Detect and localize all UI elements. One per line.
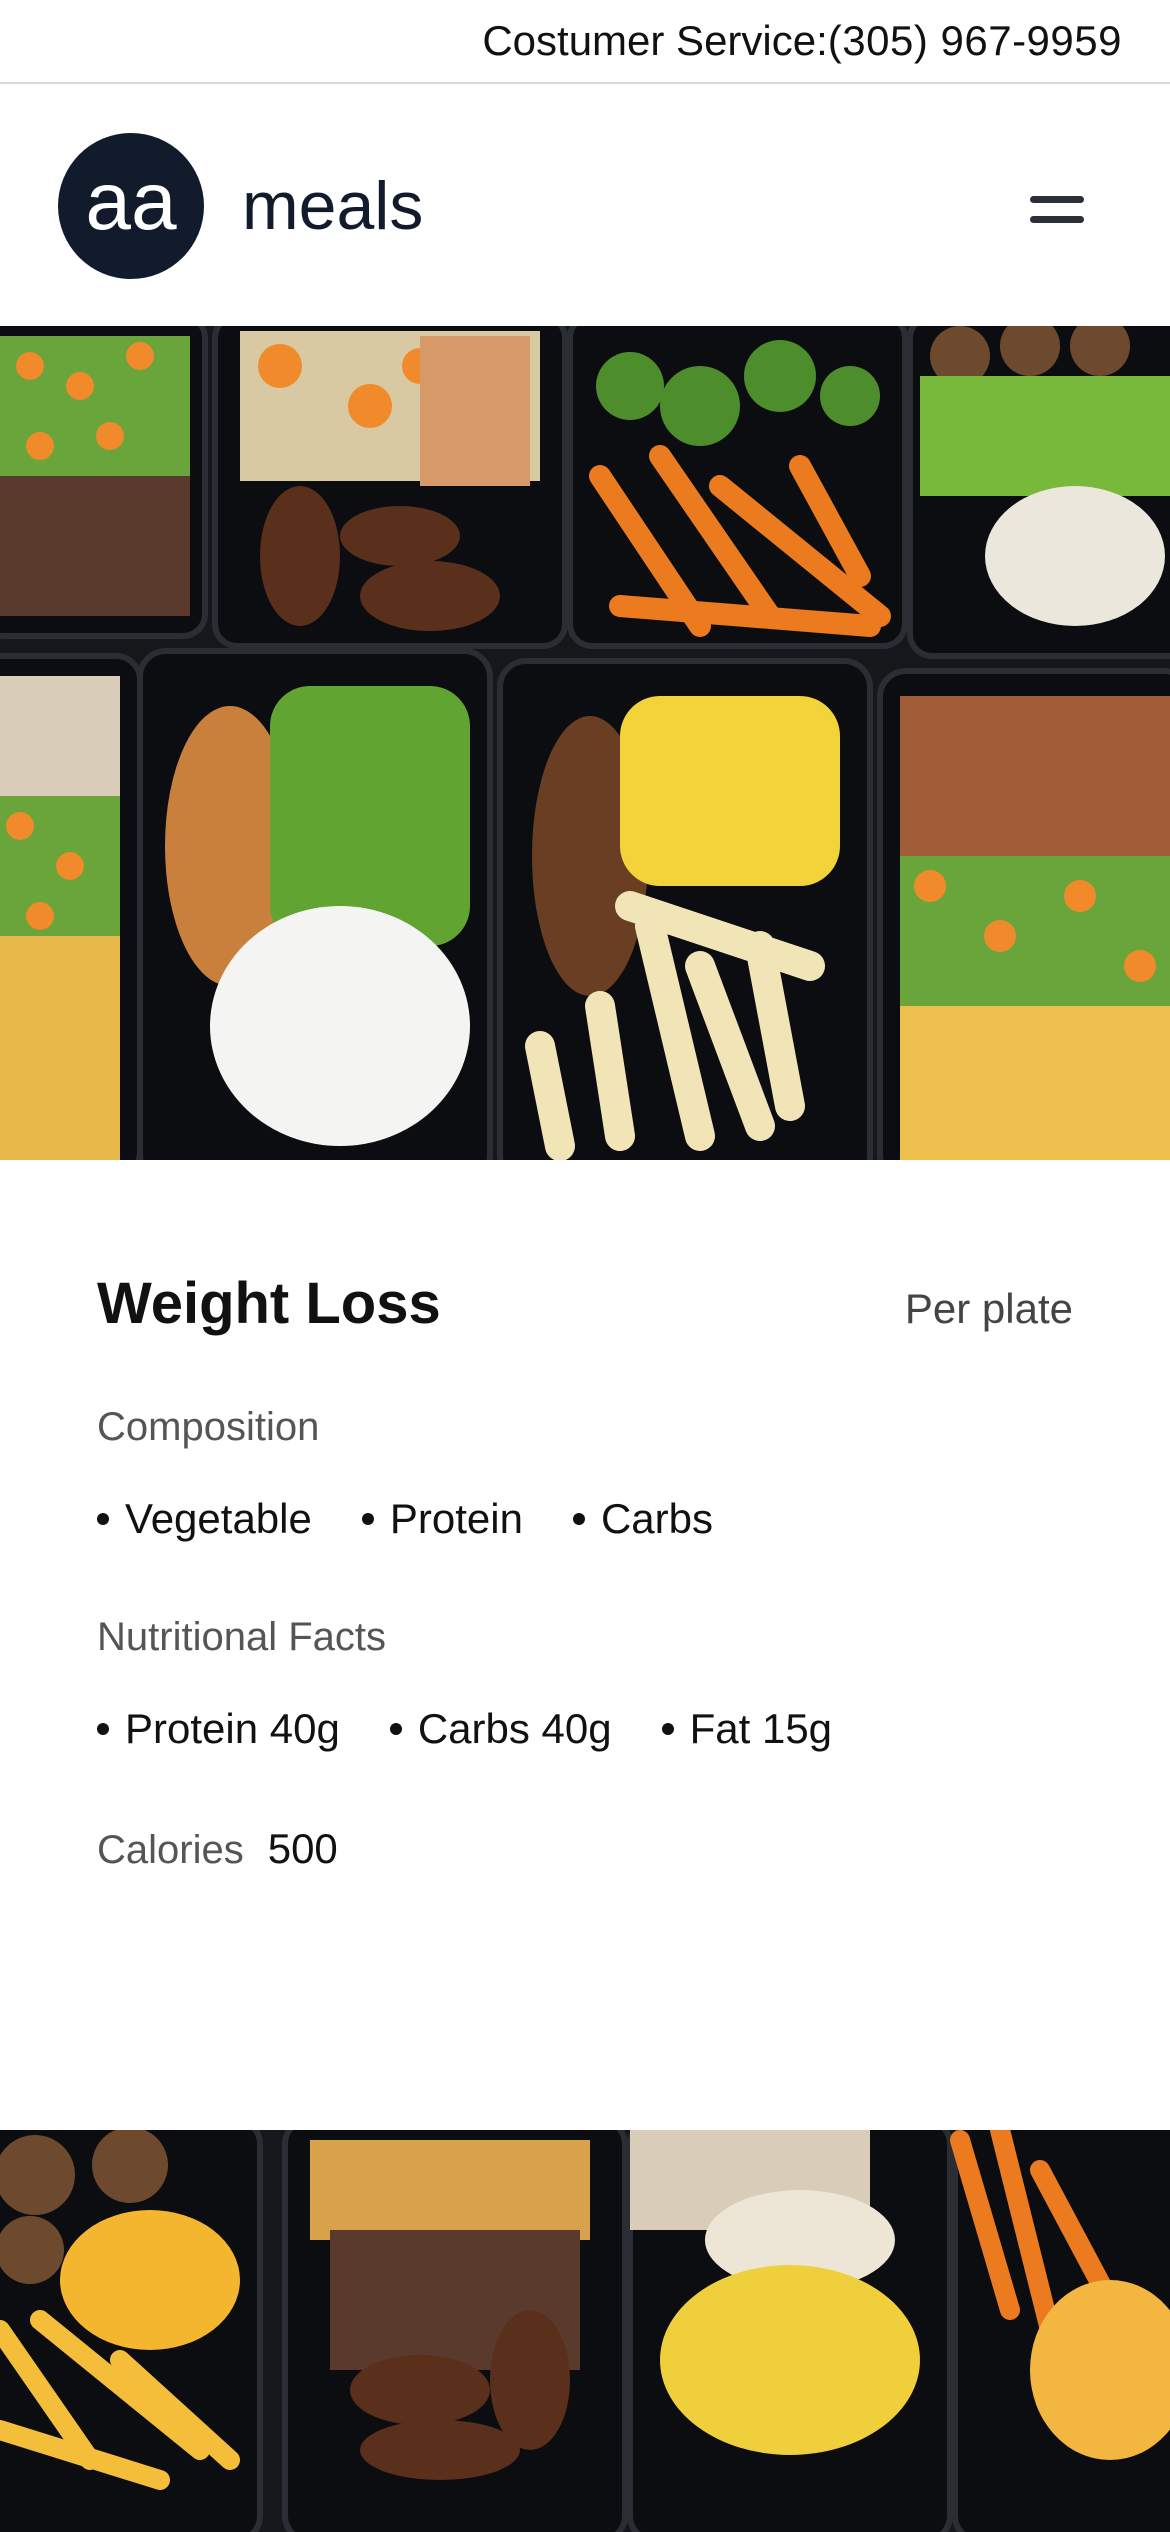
nutrition-item: Protein 40g [97, 1705, 340, 1753]
nutrition-label: Nutritional Facts [97, 1615, 386, 1659]
logo-text[interactable]: meals [242, 167, 423, 245]
plan-title: Weight Loss [97, 1271, 441, 1336]
calories-value: 500 [267, 1825, 338, 1872]
plan-title-row: Weight Loss Per plate [97, 1270, 1073, 1337]
site-header: aa meals [0, 86, 1170, 326]
per-plate-label: Per plate [904, 1285, 1073, 1332]
meal-trays-illustration [0, 326, 1170, 1160]
composition-item: Carbs [573, 1495, 713, 1543]
meal-trays-image [0, 326, 1170, 1160]
menu-line [1030, 216, 1084, 223]
hamburger-menu-icon[interactable] [1030, 190, 1084, 226]
nutrition-item: Carbs 40g [390, 1705, 612, 1753]
composition-item: Protein [362, 1495, 523, 1543]
meal-trays-image-2 [0, 2130, 1170, 2532]
calories-label: Calories [97, 1828, 244, 1872]
composition-list: Vegetable Protein Carbs [97, 1495, 763, 1543]
composition-label: Composition [97, 1405, 320, 1449]
logo-mark[interactable]: aa [58, 133, 204, 279]
composition-item: Vegetable [97, 1495, 312, 1543]
meal-trays-illustration-2 [0, 2130, 1170, 2532]
menu-line [1030, 196, 1084, 203]
calories-row: Calories 500 [97, 1825, 338, 1873]
customer-service-label: Costumer Service: [482, 17, 828, 64]
customer-service-phone[interactable]: (305) 967-9959 [828, 17, 1122, 65]
nutrition-list: Protein 40g Carbs 40g Fat 15g [97, 1705, 882, 1753]
nutrition-item: Fat 15g [662, 1705, 832, 1753]
customer-service-bar: Costumer Service: (305) 967-9959 [0, 0, 1170, 84]
